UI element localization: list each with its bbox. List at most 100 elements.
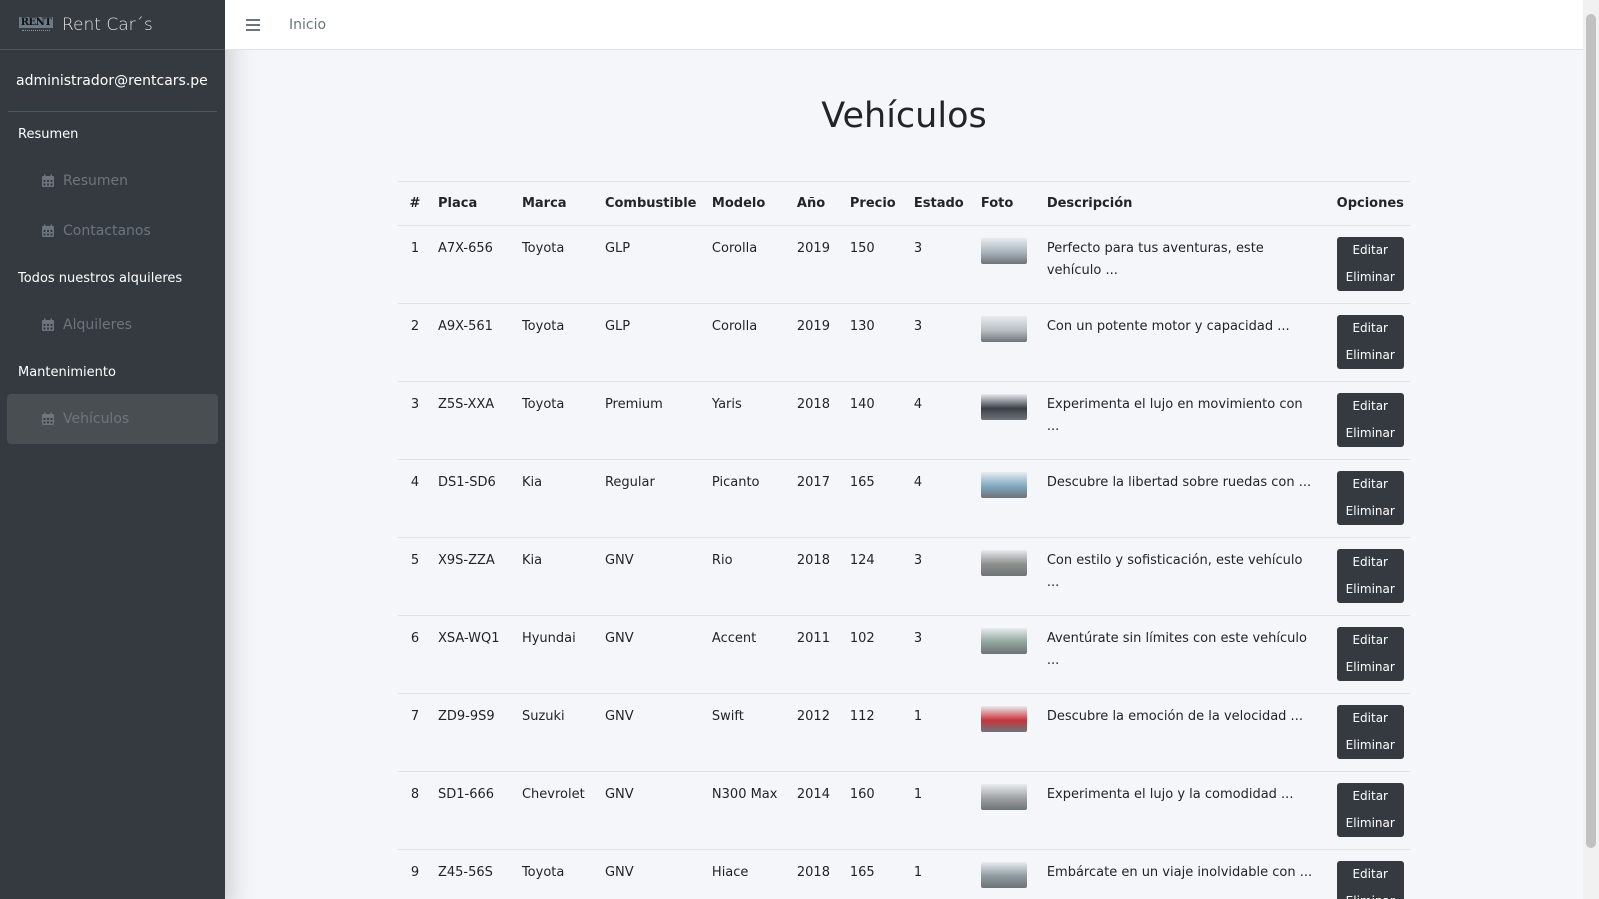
cell-combustible: GLP	[598, 303, 706, 382]
sidebar-item-contactanos[interactable]: Contactanos	[7, 206, 218, 256]
brand-link[interactable]: RENT Rent Car´s	[0, 0, 225, 50]
edit-button[interactable]: Editar	[1337, 393, 1404, 420]
cell-foto	[974, 225, 1041, 304]
delete-button[interactable]: Eliminar	[1337, 264, 1404, 291]
cell-placa: Z45-56S	[431, 849, 516, 899]
delete-button[interactable]: Eliminar	[1337, 654, 1404, 681]
cell-precio: 102	[843, 615, 908, 694]
calendar-icon	[41, 224, 55, 238]
cell-opciones: EditarEliminar	[1330, 381, 1410, 460]
cell-marca: Toyota	[515, 225, 599, 304]
cell-anio: 2018	[790, 849, 844, 899]
sidebar-item-label: Alquileres	[63, 317, 132, 333]
edit-button[interactable]: Editar	[1337, 783, 1404, 810]
cell-marca: Suzuki	[515, 693, 599, 772]
cell-precio: 150	[843, 225, 908, 304]
delete-button[interactable]: Eliminar	[1337, 888, 1404, 899]
cell-anio: 2018	[790, 381, 844, 460]
edit-button[interactable]: Editar	[1337, 861, 1404, 888]
sidebar-item-vehiculos[interactable]: Vehículos	[7, 394, 218, 444]
vehicle-photo	[980, 316, 1027, 342]
table-row: 1 A7X-656 Toyota GLP Corolla 2019 150 3 Perfecto…	[398, 225, 1410, 304]
cell-anio: 2019	[790, 225, 844, 304]
delete-button[interactable]: Eliminar	[1337, 576, 1404, 603]
calendar-icon	[41, 412, 55, 426]
cell-descripcion: Descubre la emoción de la velocidad ...	[1040, 693, 1331, 772]
delete-button[interactable]: Eliminar	[1337, 810, 1404, 837]
cell-foto	[974, 537, 1041, 616]
cell-placa: DS1-SD6	[431, 459, 516, 538]
delete-button[interactable]: Eliminar	[1337, 420, 1404, 447]
cell-placa: ZD9-9S9	[431, 693, 516, 772]
cell-combustible: GNV	[598, 615, 706, 694]
cell-foto	[974, 693, 1041, 772]
edit-button[interactable]: Editar	[1337, 627, 1404, 654]
table-row: 8 SD1-666 Chevrolet GNV N300 Max 2014 160 1 Expe…	[398, 771, 1410, 850]
edit-button[interactable]: Editar	[1337, 549, 1404, 576]
cell-foto	[974, 615, 1041, 694]
hamburger-icon[interactable]	[246, 18, 260, 31]
brand-logo: RENT	[18, 12, 54, 38]
column-header: Marca	[521, 196, 567, 211]
row-actions: EditarEliminar	[1336, 471, 1404, 525]
cell-placa: A7X-656	[431, 225, 516, 304]
cell-combustible: GNV	[598, 693, 706, 772]
cell-num: 3	[398, 381, 432, 460]
sidebar: RENT Rent Car´s administrador@rentcars.p…	[0, 0, 225, 899]
cell-anio: 2018	[790, 537, 844, 616]
sidebar-item-alquileres[interactable]: Alquileres	[7, 300, 218, 350]
column-header: Opciones	[1336, 196, 1404, 211]
edit-button[interactable]: Editar	[1337, 237, 1404, 264]
edit-button[interactable]: Editar	[1337, 705, 1404, 732]
cell-precio: 140	[843, 381, 908, 460]
cell-foto	[974, 459, 1041, 538]
row-actions: EditarEliminar	[1336, 315, 1404, 369]
cell-anio: 2012	[790, 693, 844, 772]
sidebar-item-resumen[interactable]: Resumen	[7, 156, 218, 206]
table-row: 6 XSA-WQ1 Hyundai GNV Accent 2011 102 3 Aventúra…	[398, 615, 1410, 694]
user-panel: administrador@rentcars.pe	[8, 50, 217, 112]
cell-marca: Toyota	[515, 849, 599, 899]
sidebar-item-label: Contactanos	[63, 223, 151, 239]
delete-button[interactable]: Eliminar	[1337, 498, 1404, 525]
cell-anio: 2019	[790, 303, 844, 382]
cell-marca: Chevrolet	[515, 771, 599, 850]
home-link[interactable]: Inicio	[289, 17, 326, 33]
vehicle-photo	[980, 394, 1027, 420]
edit-button[interactable]: Editar	[1337, 471, 1404, 498]
cell-precio: 165	[843, 459, 908, 538]
scrollbar-thumb[interactable]	[1586, 14, 1596, 848]
row-actions: EditarEliminar	[1336, 237, 1404, 291]
delete-button[interactable]: Eliminar	[1337, 732, 1404, 759]
cell-precio: 160	[843, 771, 908, 850]
vehicles-table: # Placa Marca Combustible Modelo Año Precio Est…	[398, 181, 1410, 899]
delete-button[interactable]: Eliminar	[1337, 342, 1404, 369]
vehicle-photo	[980, 238, 1027, 264]
vehicle-photo	[980, 472, 1027, 498]
row-actions: EditarEliminar	[1336, 783, 1404, 837]
cell-modelo: Accent	[705, 615, 791, 694]
user-email[interactable]: administrador@rentcars.pe	[16, 73, 208, 89]
cell-num: 4	[398, 459, 432, 538]
cell-combustible: GNV	[598, 537, 706, 616]
cell-opciones: EditarEliminar	[1330, 537, 1410, 616]
cell-modelo: Corolla	[705, 225, 791, 304]
scrollbar[interactable]	[1583, 0, 1599, 899]
vehicle-photo	[980, 862, 1027, 888]
cell-opciones: EditarEliminar	[1330, 225, 1410, 304]
cell-placa: A9X-561	[431, 303, 516, 382]
cell-opciones: EditarEliminar	[1330, 693, 1410, 772]
column-header: Foto	[980, 196, 1014, 211]
cell-combustible: GNV	[598, 771, 706, 850]
edit-button[interactable]: Editar	[1337, 315, 1404, 342]
cell-placa: SD1-666	[431, 771, 516, 850]
cell-opciones: EditarEliminar	[1330, 303, 1410, 382]
row-actions: EditarEliminar	[1336, 627, 1404, 681]
cell-anio: 2011	[790, 615, 844, 694]
cell-foto	[974, 381, 1041, 460]
cell-marca: Kia	[515, 459, 599, 538]
cell-precio: 124	[843, 537, 908, 616]
cell-marca: Toyota	[515, 303, 599, 382]
cell-foto	[974, 771, 1041, 850]
cell-num: 5	[398, 537, 432, 616]
